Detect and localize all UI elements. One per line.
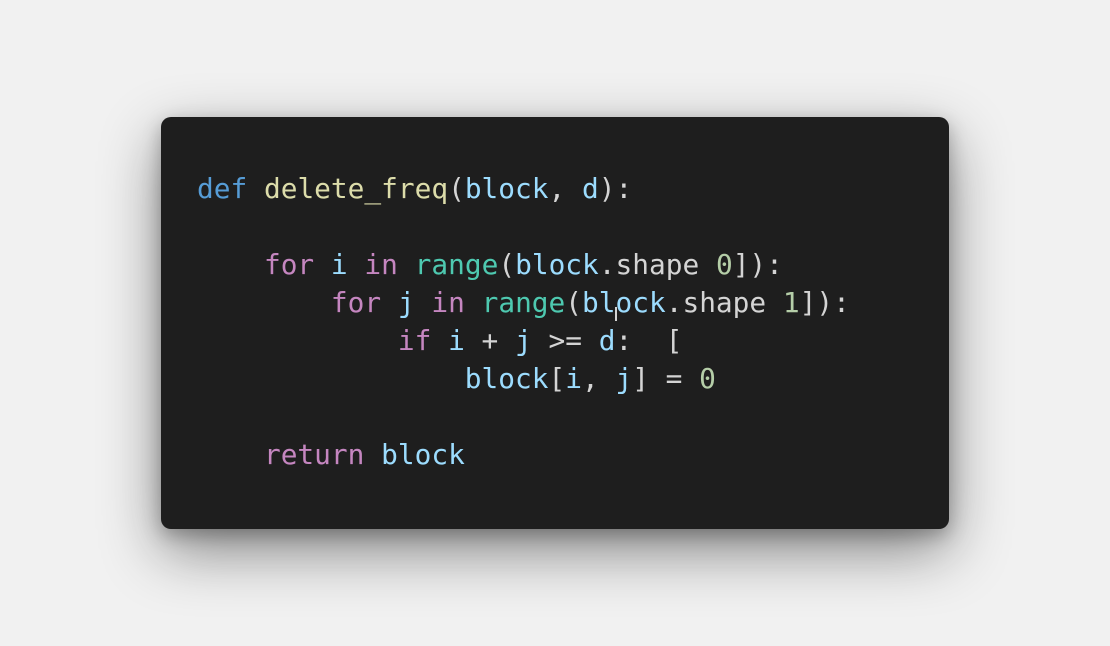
code-token: : [ bbox=[615, 324, 683, 357]
code-line: block[i, j] = 0 bbox=[197, 360, 850, 398]
code-token: j bbox=[515, 324, 532, 357]
code-line: if i + j >= d: [ bbox=[197, 322, 850, 360]
code-line: for j in range(block.shape 1]): bbox=[197, 284, 850, 322]
code-token: ( bbox=[498, 248, 516, 281]
code-token: 1 bbox=[782, 286, 800, 319]
code-token: i bbox=[565, 362, 582, 395]
code-token: j bbox=[615, 362, 633, 395]
code-token: delete_freq bbox=[263, 172, 449, 205]
code-token: .shape bbox=[598, 248, 716, 281]
code-token: block bbox=[464, 172, 549, 205]
code-token: for bbox=[263, 248, 315, 281]
code-token: i bbox=[448, 324, 465, 357]
code-token: return bbox=[263, 438, 365, 471]
code-token: ] = bbox=[632, 362, 700, 395]
code-token: j bbox=[397, 286, 415, 319]
code-token: block bbox=[381, 438, 465, 471]
code-token: , bbox=[548, 172, 582, 205]
code-block: def delete_freq(block, d): for i in rang… bbox=[197, 170, 850, 474]
code-token: ]): bbox=[732, 248, 783, 281]
code-line: def delete_freq(block, d): bbox=[197, 170, 850, 208]
code-line: for i in range(block.shape 0]): bbox=[197, 246, 850, 284]
code-token: ( bbox=[448, 172, 465, 205]
code-token: 0 bbox=[699, 362, 716, 395]
code-token: [ bbox=[548, 362, 566, 395]
code-token: block bbox=[515, 248, 599, 281]
code-token: in bbox=[431, 286, 465, 319]
code-line: return block bbox=[197, 436, 850, 474]
code-token: , bbox=[581, 362, 616, 395]
text-cursor bbox=[615, 307, 617, 321]
code-token: if bbox=[397, 324, 432, 357]
code-token: i bbox=[330, 248, 348, 281]
code-token: for bbox=[330, 286, 382, 319]
code-token: ]): bbox=[799, 286, 850, 319]
code-token: d bbox=[598, 324, 616, 357]
code-token: ): bbox=[598, 172, 633, 205]
code-token: def bbox=[197, 172, 248, 205]
code-snippet-card: def delete_freq(block, d): for i in rang… bbox=[161, 117, 949, 529]
code-token: 0 bbox=[715, 248, 733, 281]
code-token: >= bbox=[531, 324, 599, 357]
code-token: .shape bbox=[665, 286, 783, 319]
code-token: ( bbox=[565, 286, 583, 319]
code-token: in bbox=[364, 248, 398, 281]
code-token: + bbox=[464, 324, 516, 357]
code-token: block bbox=[464, 362, 549, 395]
code-token: range bbox=[481, 286, 566, 319]
code-token: block bbox=[582, 286, 666, 319]
code-token: range bbox=[414, 248, 499, 281]
code-token: d bbox=[581, 172, 599, 205]
